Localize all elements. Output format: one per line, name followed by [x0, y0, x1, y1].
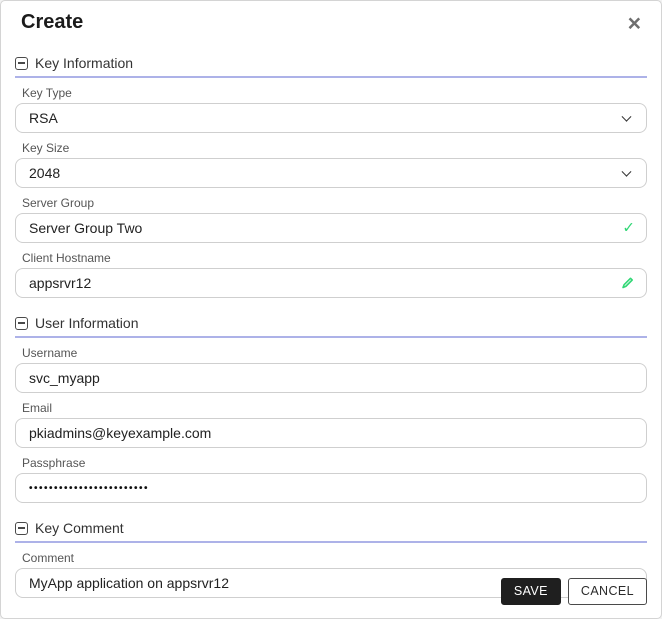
dialog-title: Create — [21, 11, 84, 33]
collapse-minus-icon[interactable] — [15, 316, 28, 330]
section-divider — [15, 76, 647, 78]
cancel-button[interactable]: CANCEL — [567, 578, 647, 605]
username-control-wrap — [15, 363, 647, 393]
field-client-hostname: Client Hostname — [15, 251, 647, 298]
email-control-wrap — [15, 418, 647, 448]
key-type-select[interactable]: RSA — [15, 103, 647, 133]
server-group-label: Server Group — [22, 196, 95, 210]
client-hostname-label: Client Hostname — [22, 251, 111, 265]
section-divider — [15, 541, 647, 543]
section-title: Key Comment — [35, 520, 124, 536]
email-label: Email — [22, 401, 53, 415]
key-size-select[interactable]: 2048 — [15, 158, 647, 188]
username-input[interactable] — [15, 363, 647, 393]
section-title: User Information — [35, 315, 139, 331]
passphrase-control-wrap — [15, 473, 647, 503]
passphrase-label: Passphrase — [22, 456, 86, 470]
field-key-size: Key Size 2048 — [15, 141, 647, 188]
key-type-control-wrap: RSA — [15, 103, 647, 133]
field-passphrase: Passphrase — [15, 456, 647, 503]
key-type-label: Key Type — [22, 86, 72, 100]
field-username: Username — [15, 346, 647, 393]
client-hostname-input[interactable] — [15, 268, 647, 298]
create-dialog: Create × Key Information Key Type RSA Ke… — [0, 0, 662, 619]
section-header-user-information: User Information — [15, 315, 647, 331]
server-group-control-wrap: ✓ — [15, 213, 647, 243]
field-email: Email — [15, 401, 647, 448]
key-size-label: Key Size — [22, 141, 70, 155]
username-label: Username — [22, 346, 78, 360]
client-hostname-control-wrap — [15, 268, 647, 298]
section-header-key-comment: Key Comment — [15, 520, 647, 536]
edit-pencil-icon — [620, 276, 635, 291]
field-server-group: Server Group ✓ — [15, 196, 647, 243]
section-divider — [15, 336, 647, 338]
valid-check-icon: ✓ — [622, 219, 635, 237]
dialog-body: Key Information Key Type RSA Key Size 20… — [1, 55, 661, 598]
server-group-input[interactable] — [15, 213, 647, 243]
section-header-key-information: Key Information — [15, 55, 647, 71]
dialog-header: Create × — [1, 1, 661, 38]
comment-label: Comment — [22, 551, 75, 565]
collapse-minus-icon[interactable] — [15, 56, 28, 70]
field-key-type: Key Type RSA — [15, 86, 647, 133]
email-input[interactable] — [15, 418, 647, 448]
section-title: Key Information — [35, 55, 134, 71]
close-icon[interactable]: × — [624, 9, 645, 38]
passphrase-input[interactable] — [15, 473, 647, 503]
dialog-footer: SAVE CANCEL — [500, 578, 647, 605]
key-size-control-wrap: 2048 — [15, 158, 647, 188]
collapse-minus-icon[interactable] — [15, 521, 28, 535]
save-button[interactable]: SAVE — [500, 578, 561, 605]
